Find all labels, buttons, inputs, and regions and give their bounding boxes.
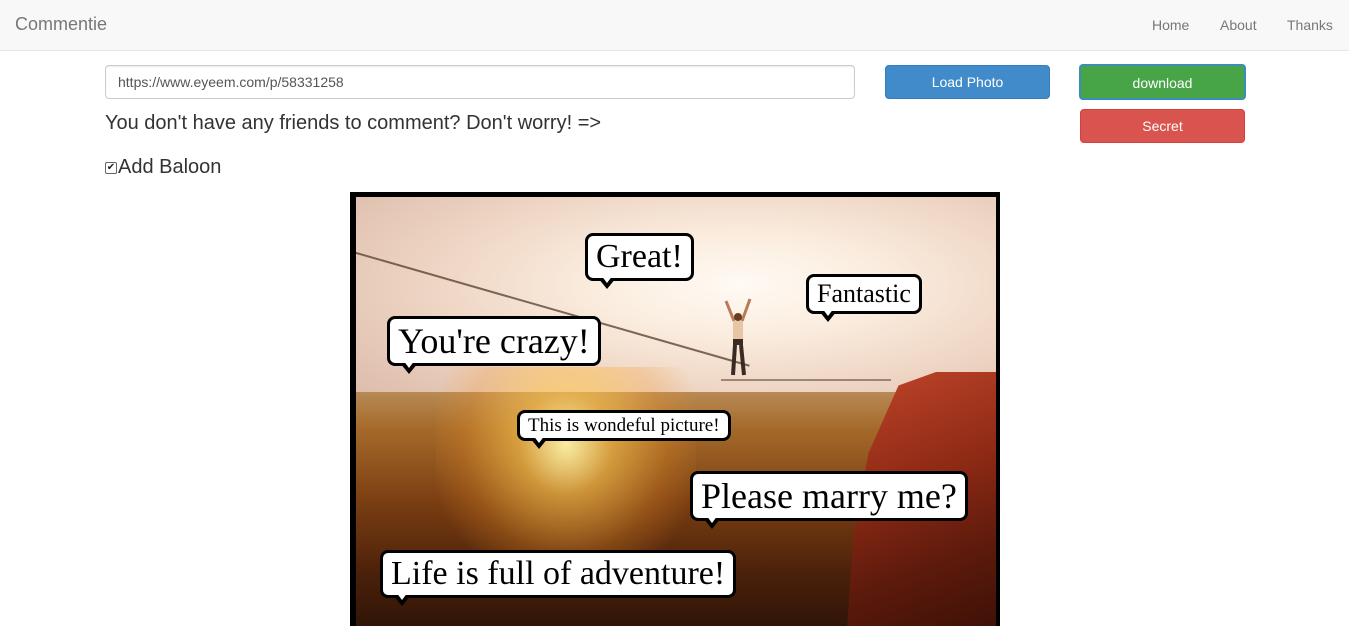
nav-thanks[interactable]: Thanks [1287, 17, 1333, 33]
photo: Great! Fantastic You're crazy! This is w… [356, 197, 996, 626]
balloon-tail [393, 592, 411, 606]
balloon-tail [819, 308, 837, 322]
add-balloon-toggle[interactable]: ✔ Add Baloon [105, 156, 221, 179]
balloon-tail [400, 360, 418, 374]
balloon-marry-text: Please marry me? [701, 476, 957, 516]
balloon-fantastic-text: Fantastic [817, 279, 911, 308]
balloon-great[interactable]: Great! [585, 233, 694, 289]
add-balloon-checkbox[interactable]: ✔ [105, 161, 117, 174]
nav-about[interactable]: About [1220, 17, 1257, 33]
photo-slackline-right [721, 379, 891, 381]
load-photo-button[interactable]: Load Photo [885, 65, 1050, 99]
balloon-fantastic[interactable]: Fantastic [806, 274, 922, 322]
secret-button[interactable]: Secret [1080, 109, 1245, 143]
photo-canvas[interactable]: Great! Fantastic You're crazy! This is w… [350, 192, 1000, 626]
balloon-tail [703, 515, 721, 529]
photo-url-input[interactable] [105, 65, 855, 99]
balloon-crazy[interactable]: You're crazy! [387, 316, 601, 374]
brand-logo[interactable]: Commentie [15, 14, 107, 35]
balloon-great-text: Great! [596, 238, 683, 275]
add-balloon-label: Add Baloon [118, 156, 222, 178]
balloon-crazy-text: You're crazy! [398, 321, 590, 361]
navbar: Commentie Home About Thanks [0, 0, 1349, 51]
balloon-adventure-text: Life is full of adventure! [391, 555, 726, 592]
download-button[interactable]: download [1079, 64, 1246, 100]
balloon-tail [598, 275, 616, 289]
prompt-text: You don't have any friends to comment? D… [105, 112, 602, 134]
balloon-wonderful[interactable]: This is wondeful picture! [517, 410, 731, 449]
balloon-wonderful-text: This is wondeful picture! [528, 415, 720, 436]
nav-home[interactable]: Home [1152, 17, 1189, 33]
balloon-adventure[interactable]: Life is full of adventure! [380, 550, 737, 606]
balloon-marry[interactable]: Please marry me? [690, 471, 968, 529]
balloon-tail [530, 435, 548, 449]
photo-walker [724, 298, 752, 376]
